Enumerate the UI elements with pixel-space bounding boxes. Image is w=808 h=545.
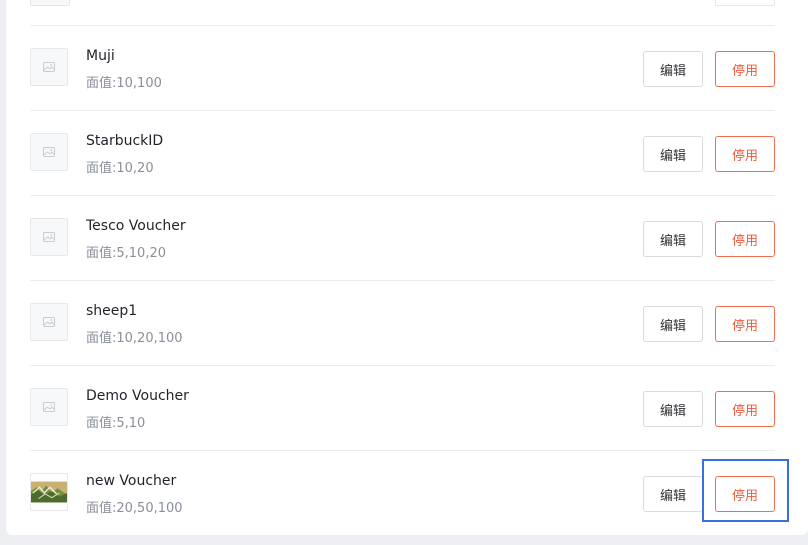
disable-button-partial[interactable] — [715, 0, 775, 6]
disable-button[interactable]: 停用 — [715, 306, 775, 342]
voucher-list: Muji 面值:10,100 编辑 停用 StarbuckID 面值:10,20… — [30, 0, 775, 535]
voucher-row: Demo Voucher 面值:5,10 编辑 停用 — [30, 366, 775, 451]
disable-button[interactable]: 停用 — [715, 221, 775, 257]
edit-button[interactable]: 编辑 — [643, 306, 703, 342]
disable-button[interactable]: 停用 — [715, 476, 775, 512]
image-placeholder-icon — [30, 388, 68, 426]
voucher-name: new Voucher — [86, 473, 177, 489]
image-placeholder-icon — [30, 0, 70, 6]
voucher-list-card: Muji 面值:10,100 编辑 停用 StarbuckID 面值:10,20… — [6, 0, 808, 535]
edit-button[interactable]: 编辑 — [643, 51, 703, 87]
list-item-partial — [30, 0, 775, 26]
edit-button[interactable]: 编辑 — [643, 136, 703, 172]
voucher-row: sheep1 面值:10,20,100 编辑 停用 — [30, 281, 775, 366]
voucher-name: Muji — [86, 48, 115, 64]
voucher-value: 面值:10,20 — [86, 161, 154, 176]
image-placeholder-icon — [30, 303, 68, 341]
image-placeholder-icon — [30, 133, 68, 171]
voucher-row: Muji 面值:10,100 编辑 停用 — [30, 26, 775, 111]
voucher-name: sheep1 — [86, 303, 138, 319]
voucher-row: Tesco Voucher 面值:5,10,20 编辑 停用 — [30, 196, 775, 281]
voucher-name: Demo Voucher — [86, 388, 189, 404]
disable-button[interactable]: 停用 — [715, 391, 775, 427]
disable-button[interactable]: 停用 — [715, 51, 775, 87]
voucher-value: 面值:5,10,20 — [86, 246, 166, 261]
voucher-value: 面值:10,100 — [86, 76, 162, 91]
image-placeholder-icon — [30, 48, 68, 86]
voucher-row: StarbuckID 面值:10,20 编辑 停用 — [30, 111, 775, 196]
voucher-value: 面值:10,20,100 — [86, 331, 183, 346]
disable-button[interactable]: 停用 — [715, 136, 775, 172]
edit-button[interactable]: 编辑 — [643, 391, 703, 427]
voucher-name: StarbuckID — [86, 133, 164, 149]
voucher-name: Tesco Voucher — [86, 218, 186, 234]
edit-button[interactable]: 编辑 — [643, 476, 703, 512]
image-placeholder-icon — [30, 218, 68, 256]
voucher-value: 面值:5,10 — [86, 416, 146, 431]
edit-button[interactable]: 编辑 — [643, 221, 703, 257]
voucher-row: new Voucher 面值:20,50,100 编辑 停用 — [30, 451, 775, 535]
voucher-image-thumbnail — [30, 473, 68, 511]
voucher-value: 面值:20,50,100 — [86, 501, 183, 516]
